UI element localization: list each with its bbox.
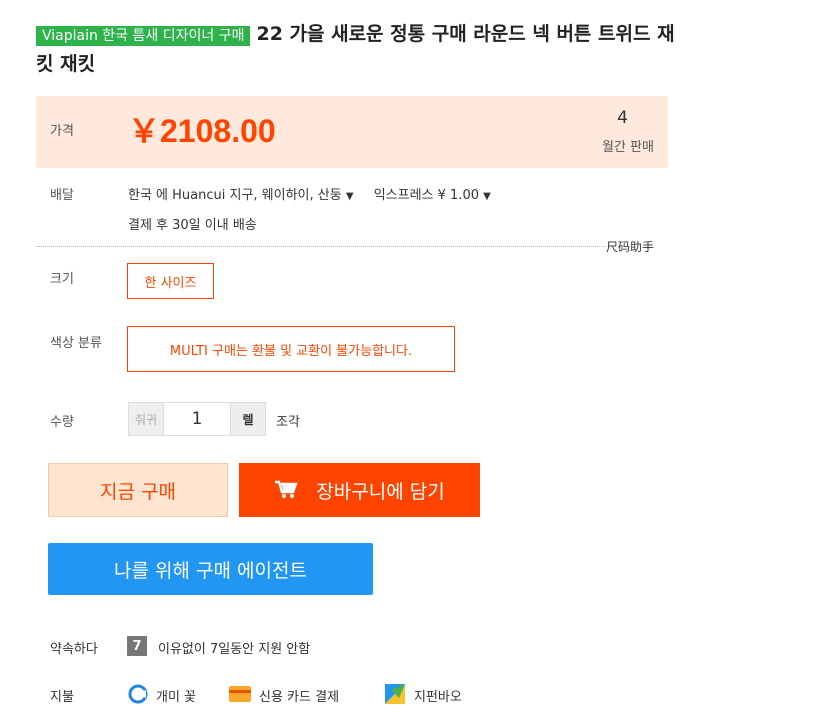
buy-now-button[interactable]: 지금 구매 [48, 463, 228, 517]
shipping-method-select[interactable]: 익스프레스 ¥ 1.00 ▼ [374, 188, 491, 203]
product-title: Viaplain 한국 틈새 디자이너 구매 22 가을 새로운 정통 구매 라운… [36, 20, 676, 78]
purchase-agent-button[interactable]: 나를 위해 구매 에이전트 [48, 543, 373, 595]
cart-icon [275, 480, 299, 498]
size-option[interactable]: 한 사이즈 [127, 263, 214, 299]
delivery-note: 결제 후 30일 이내 배송 [128, 218, 257, 233]
quantity-input[interactable]: 1 [164, 402, 230, 436]
shipping-label: 배달 [50, 188, 74, 203]
size-label: 크기 [50, 272, 74, 287]
divider [36, 246, 606, 247]
payment-method-creditcard: 신용 카드 결제 [259, 690, 340, 705]
caret-down-icon: ▼ [483, 191, 491, 202]
alipay-icon [385, 684, 405, 704]
payment-method-alipay: 지펀바오 [414, 690, 462, 705]
promise-text[interactable]: 이유없이 7일동안 지원 안함 [158, 638, 310, 657]
quantity-unit: 조각 [276, 415, 300, 430]
price-panel: 가격 ￥2108.00 4 월간 판매 [36, 96, 668, 168]
shipping-location-select[interactable]: 한국 에 Huancui 지구, 웨이하이, 산둥 ▼ [128, 188, 354, 203]
payment-label: 지불 [50, 690, 74, 705]
seven-day-icon: 7 [127, 636, 147, 656]
size-helper-link[interactable]: 尺码助手 [606, 238, 654, 255]
promise-label: 약속하다 [50, 642, 98, 657]
quantity-label: 수량 [50, 415, 74, 430]
payment-method-antflower: 개미 꽃 [156, 690, 197, 705]
add-to-cart-label: 장바구니에 담기 [316, 480, 445, 503]
add-to-cart-button[interactable]: 장바구니에 담기 [239, 463, 480, 517]
color-option[interactable]: MULTI 구매는 환불 및 교환이 불가능합니다. [127, 326, 455, 372]
ant-flower-icon [128, 684, 148, 704]
quantity-decrement-button[interactable]: 줘귀 [128, 402, 164, 436]
price-value: ￥2108.00 [128, 113, 276, 149]
shop-badge[interactable]: Viaplain 한국 틈새 디자이너 구매 [36, 26, 251, 46]
monthly-sales-label: 월간 판매 [602, 140, 654, 155]
caret-down-icon: ▼ [345, 191, 354, 202]
color-label: 색상 분류 [50, 336, 102, 351]
monthly-sales-count: 4 [617, 108, 628, 128]
credit-card-icon [229, 686, 251, 702]
price-label: 가격 [50, 124, 74, 139]
shipping-row: 한국 에 Huancui 지구, 웨이하이, 산둥 ▼ 익스프레스 ¥ 1.00… [128, 184, 491, 203]
quantity-increment-button[interactable]: 렐 [230, 402, 266, 436]
